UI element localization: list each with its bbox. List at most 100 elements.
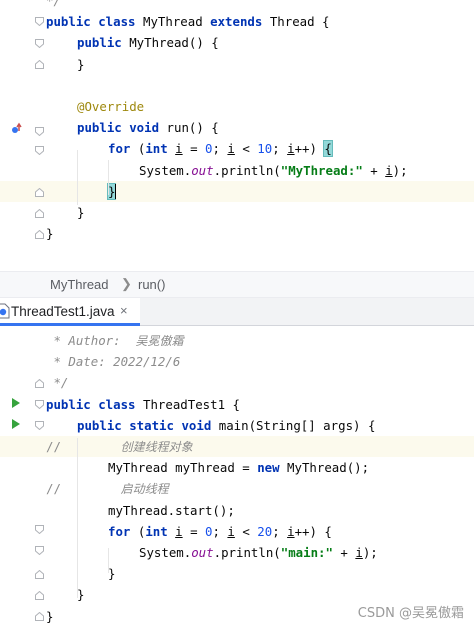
- code-token: static: [129, 417, 182, 433]
- editor-gutter[interactable]: [0, 326, 44, 629]
- override-marker-icon[interactable]: [9, 122, 23, 136]
- code-token: +: [332, 545, 356, 560]
- fold-marker-icon[interactable]: [35, 39, 44, 48]
- code-token: class: [98, 14, 143, 30]
- code-token: myThread.start();: [108, 502, 235, 518]
- fold-marker-icon[interactable]: [35, 146, 44, 155]
- code-token: //: [46, 481, 121, 497]
- code-token: i: [227, 141, 235, 157]
- run-main-icon[interactable]: [11, 418, 21, 430]
- code-token: Thread {: [269, 14, 330, 30]
- editor-gutter[interactable]: [0, 0, 44, 271]
- code-line[interactable]: }: [44, 223, 474, 244]
- close-icon[interactable]: ×: [120, 303, 128, 318]
- code-line[interactable]: public MyThread() {: [44, 32, 474, 53]
- code-token: i: [175, 141, 183, 157]
- code-token: int: [145, 523, 176, 539]
- fold-marker-icon[interactable]: [35, 60, 44, 69]
- code-token: "MyThread:": [280, 162, 363, 178]
- code-line[interactable]: }: [44, 202, 474, 223]
- watermark: CSDN @吴冕傲霜: [357, 606, 464, 621]
- code-line[interactable]: // 启动线程: [44, 478, 474, 499]
- fold-marker-icon[interactable]: [35, 230, 44, 239]
- code-token: public: [46, 14, 99, 30]
- fold-marker-icon[interactable]: [35, 570, 44, 579]
- fold-marker-icon[interactable]: [35, 421, 44, 430]
- code-token: */: [46, 0, 61, 8]
- code-token: MyThread();: [287, 460, 370, 476]
- code-line[interactable]: // 创建线程对象: [44, 436, 474, 457]
- code-token: new: [257, 460, 288, 476]
- code-token: @Override: [77, 99, 145, 114]
- fold-marker-icon[interactable]: [35, 127, 44, 136]
- code-area-threadtest1[interactable]: * Author: 吴冕傲霜 * Date: 2022/12/6 */ publi…: [44, 326, 474, 629]
- code-token: "main:": [280, 545, 333, 560]
- fold-marker-icon[interactable]: [35, 591, 44, 600]
- code-line[interactable]: public void run() {: [44, 117, 474, 138]
- fold-marker-icon[interactable]: [35, 209, 44, 218]
- breadcrumb-method[interactable]: run(): [138, 277, 165, 292]
- code-token: }: [77, 56, 85, 72]
- code-line[interactable]: public class MyThread extends Thread {: [44, 11, 474, 32]
- breadcrumb-class[interactable]: MyThread: [50, 277, 109, 292]
- code-line[interactable]: */: [44, 0, 474, 11]
- code-token: }: [106, 182, 117, 200]
- fold-marker-icon[interactable]: [35, 17, 44, 26]
- code-token: i: [287, 141, 295, 157]
- indent-guide: [108, 548, 109, 573]
- breadcrumb-separator-icon: ❯: [121, 276, 132, 291]
- code-token: int: [145, 141, 176, 157]
- fold-marker-icon[interactable]: [35, 525, 44, 534]
- code-line[interactable]: [44, 75, 474, 96]
- code-token: //: [46, 439, 121, 454]
- code-token: }: [46, 226, 54, 242]
- code-token: .println(: [213, 162, 281, 178]
- code-line[interactable]: @Override: [44, 96, 474, 117]
- fold-marker-icon[interactable]: [35, 612, 44, 621]
- run-class-icon[interactable]: [11, 397, 21, 409]
- code-token: i: [287, 523, 295, 539]
- fold-marker-icon[interactable]: [35, 188, 44, 197]
- fold-marker-icon[interactable]: [35, 379, 44, 388]
- code-line[interactable]: for (int i = 0; i < 20; i++) {: [44, 521, 474, 542]
- indent-guide: [77, 150, 78, 205]
- code-token: main(String[] args) {: [218, 417, 376, 433]
- code-token: 吴冕傲霜: [135, 334, 184, 348]
- code-line[interactable]: * Author: 吴冕傲霜: [44, 330, 474, 351]
- code-token: i: [175, 523, 183, 539]
- code-token: 创建线程对象: [120, 440, 193, 454]
- indent-guide: [108, 160, 109, 195]
- code-token: );: [362, 545, 378, 560]
- code-token: public: [77, 417, 130, 433]
- code-line[interactable]: }: [44, 54, 474, 75]
- code-token: ThreadTest1 {: [142, 396, 240, 412]
- code-token: i: [227, 523, 235, 539]
- code-line[interactable]: */: [44, 372, 474, 393]
- code-area-mythread[interactable]: */ public class MyThread extends Thread {…: [44, 0, 474, 271]
- fold-marker-icon[interactable]: [35, 400, 44, 409]
- indent-guide: [77, 438, 78, 598]
- code-token: }: [77, 205, 85, 220]
- code-line[interactable]: myThread.start();: [44, 500, 474, 521]
- editor-tab-bar: ThreadTest1.java ×: [0, 298, 474, 326]
- code-token: * Author:: [46, 333, 136, 348]
- code-line[interactable]: public static void main(String[] args) {: [44, 415, 474, 436]
- code-line[interactable]: * Date: 2022/12/6: [44, 351, 474, 372]
- tab-threadtest1[interactable]: ThreadTest1.java ×: [0, 298, 140, 326]
- code-token: <: [234, 523, 258, 539]
- code-token: {: [323, 140, 333, 158]
- code-token: i: [385, 162, 393, 178]
- code-token: void: [129, 120, 167, 136]
- code-line[interactable]: public class ThreadTest1 {: [44, 394, 474, 415]
- java-file-icon: [0, 303, 10, 319]
- editor-pane-threadtest1[interactable]: * Author: 吴冕傲霜 * Date: 2022/12/6 */ publi…: [0, 326, 474, 629]
- fold-marker-icon[interactable]: [35, 546, 44, 555]
- code-line[interactable]: MyThread myThread = new MyThread();: [44, 457, 474, 478]
- code-token: );: [392, 162, 408, 178]
- code-token: run() {: [166, 120, 219, 136]
- code-line[interactable]: for (int i = 0; i < 10; i++) {: [44, 138, 474, 159]
- gutter-line-highlight: [0, 436, 44, 457]
- code-token: MyThread: [142, 14, 211, 30]
- code-token: void: [181, 417, 219, 433]
- editor-pane-mythread[interactable]: */ public class MyThread extends Thread {…: [0, 0, 474, 271]
